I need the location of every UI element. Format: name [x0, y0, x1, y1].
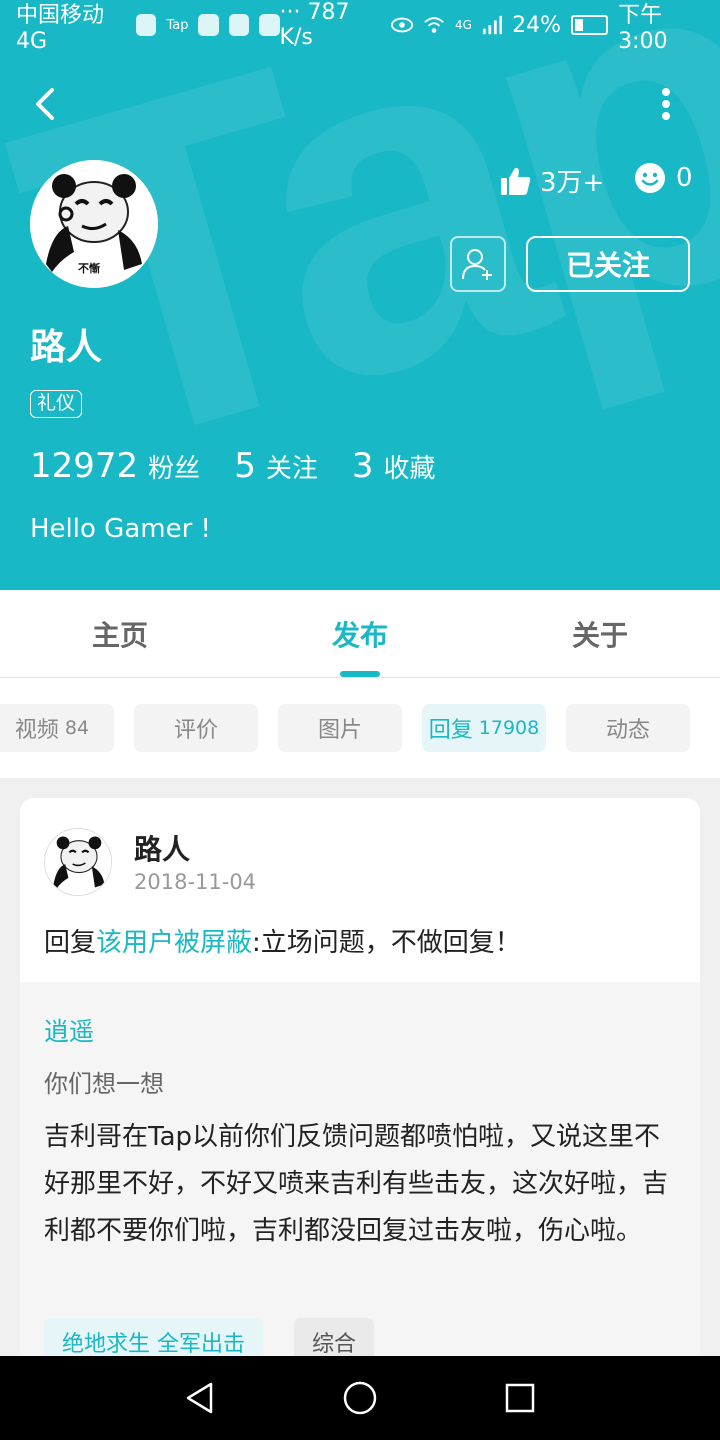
more-button[interactable]: [652, 84, 680, 124]
active-tab-indicator: [340, 671, 380, 677]
fans-label[interactable]: 粉丝: [148, 448, 200, 485]
quoted-body: 吉利哥在Tap以前你们反馈问题都喷怕啦，又说这里不好那里不好，不好又喷来吉利有些…: [44, 1122, 669, 1246]
chip-label: 评价: [173, 718, 218, 743]
tab-about[interactable]: 关于: [480, 590, 720, 677]
add-friend-icon: [462, 249, 492, 280]
system-nav-bar: [0, 1356, 720, 1440]
chip-count: 17908: [478, 717, 540, 739]
chip-moments[interactable]: 动态: [566, 704, 690, 752]
tab-posts[interactable]: 发布: [240, 590, 480, 677]
chip-label: 动态: [605, 718, 650, 743]
follow-button[interactable]: 已关注: [526, 236, 690, 292]
profile-tabs: 主页 发布 关于: [0, 590, 720, 678]
favorites-label[interactable]: 收藏: [383, 448, 435, 485]
chip-label: 图片: [317, 718, 362, 743]
reply-prefix: 回复: [44, 928, 97, 958]
battery-percent: 24%: [512, 12, 562, 38]
squirrel-notification-icon: [228, 14, 250, 36]
reply-body: :立场问题，不做回复！: [252, 928, 521, 958]
likes-stat: 3万+: [500, 162, 604, 199]
chip-reviews[interactable]: 评价: [134, 704, 258, 752]
profile-avatar[interactable]: 不慚: [30, 160, 158, 288]
nav-back-button[interactable]: [175, 1373, 225, 1423]
post-author-avatar[interactable]: [44, 828, 112, 896]
reply-card[interactable]: 路人 2018-11-04 回复该用户被屏蔽:立场问题，不做回复！ 逍遥 你们想…: [20, 798, 700, 1398]
profile-counts: 12972 粉丝 5 关注 3 收藏: [30, 446, 470, 486]
profile-bio: Hello Gamer !: [30, 514, 211, 544]
smile-count: 0: [676, 163, 693, 193]
clock: 下午3:00: [618, 2, 668, 54]
reply-target-link[interactable]: 该用户被屏蔽: [96, 928, 252, 958]
nav-home-button[interactable]: [335, 1373, 385, 1423]
chip-videos[interactable]: 视频 84: [0, 704, 114, 752]
profile-header: TapT 中国移动4G Tap ··· 787 K/s 4G 24% 下午3:0…: [0, 0, 720, 590]
square-recent-icon: [505, 1383, 535, 1413]
chip-replies[interactable]: 回复 17908: [422, 704, 546, 752]
signal-icon: [482, 15, 503, 35]
tab-label: 主页: [91, 618, 148, 652]
battery-icon: [571, 15, 609, 35]
status-bar: 中国移动4G Tap ··· 787 K/s 4G 24% 下午3:00: [0, 0, 720, 54]
post-date: 2018-11-04: [134, 870, 257, 894]
following-label[interactable]: 关注: [266, 448, 318, 485]
chevron-left-icon: [36, 88, 54, 120]
etiquette-badge[interactable]: 礼仪: [30, 390, 83, 418]
back-button[interactable]: [28, 84, 68, 124]
likes-count: 3万+: [540, 168, 605, 198]
panda-meme-avatar: [45, 829, 111, 895]
more-vertical-icon: [662, 88, 670, 120]
following-count[interactable]: 5: [234, 446, 256, 486]
wifi-icon: [424, 17, 444, 33]
chip-label: 回复: [428, 718, 473, 743]
quoted-user[interactable]: 逍遥: [44, 1012, 94, 1048]
avatar-caption: 不慚: [78, 262, 100, 275]
thumbs-up-icon: [501, 167, 531, 195]
chip-images[interactable]: 图片: [278, 704, 402, 752]
triangle-back-icon: [186, 1382, 213, 1414]
quoted-title: 你们想一想: [44, 1070, 164, 1098]
favorites-count[interactable]: 3: [352, 446, 374, 486]
circle-home-icon: [343, 1381, 377, 1415]
tab-label: 关于: [571, 618, 628, 652]
quoted-comment[interactable]: 逍遥 你们想一想 吉利哥在Tap以前你们反馈问题都喷怕啦，又说这里不好那里不好，…: [20, 982, 700, 1398]
chip-count: 84: [64, 717, 90, 739]
post-author-name[interactable]: 路人: [134, 828, 190, 868]
eye-icon: [390, 17, 413, 33]
content-filter-bar: 视频 84 评价 图片 回复 17908 动态: [0, 678, 720, 778]
profile-name: 路人: [30, 327, 103, 368]
tab-label: 发布: [331, 618, 388, 652]
wechat-notification-icon: [259, 14, 280, 36]
app-notification-icon: [136, 14, 157, 36]
notification-icon: [198, 14, 219, 36]
reply-text: 回复该用户被屏蔽:立场问题，不做回复！: [44, 922, 521, 959]
add-friend-button[interactable]: [450, 236, 506, 292]
carrier-label: 中国移动4G: [16, 2, 105, 54]
tab-home[interactable]: 主页: [0, 590, 240, 677]
chip-label: 视频: [14, 718, 59, 743]
profile-page: TapT 中国移动4G Tap ··· 787 K/s 4G 24% 下午3:0…: [0, 0, 720, 1440]
signal-type: 4G: [455, 18, 472, 32]
nav-recent-button[interactable]: [495, 1373, 545, 1423]
network-speed: ··· 787 K/s: [279, 0, 350, 50]
smile-stat: 0: [634, 162, 693, 194]
tap-notification-icon: Tap: [166, 17, 189, 33]
smile-icon: [635, 163, 665, 193]
fans-count[interactable]: 12972: [30, 446, 138, 486]
